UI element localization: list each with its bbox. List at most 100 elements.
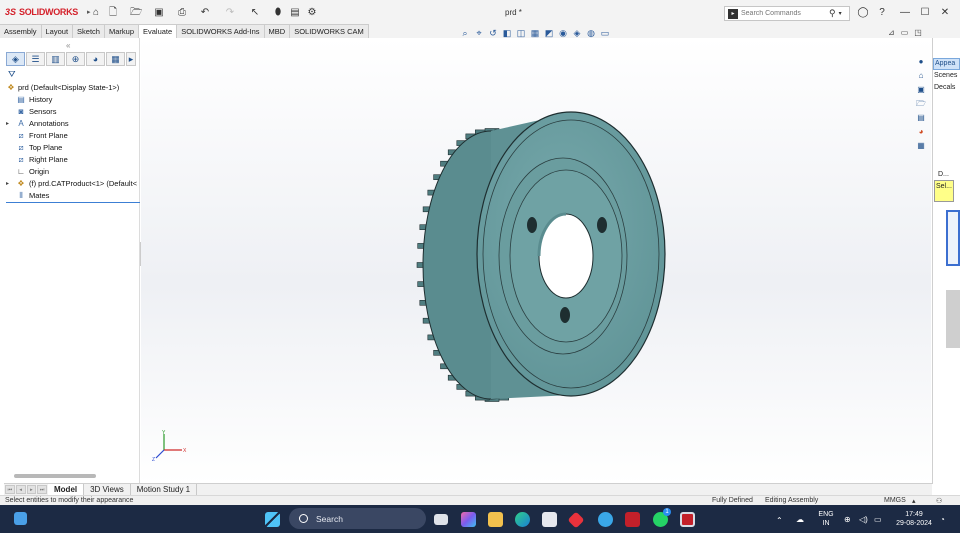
search-commands-box[interactable]: ▸ ⚲ ▾ [724,6,850,21]
dimxpert-manager-tab-icon[interactable]: ⊕ [66,52,85,66]
expand-caret-icon[interactable]: ▸ [6,178,12,190]
clock[interactable]: 17:49 29-08-2024 [894,510,934,528]
copilot-icon[interactable] [461,512,476,527]
mcafee-icon[interactable] [625,512,640,527]
tree-item-annotations[interactable]: ▸ A Annotations [6,118,140,130]
prev-tab-icon[interactable]: ◂ [15,485,26,494]
edit-appearance-icon[interactable]: ◈ [572,28,582,38]
tree-item-front-plane[interactable]: ⧄ Front Plane [6,130,140,142]
configuration-manager-tab-icon[interactable]: ▥ [46,52,65,66]
display-manager-tab-icon[interactable]: ◕ [86,52,105,66]
tabs-scroll-icon[interactable]: ▸ [126,52,136,66]
tab-layout[interactable]: Layout [41,24,74,38]
search-input[interactable] [741,10,829,17]
pin-icon[interactable]: ⊿ [888,28,895,37]
user-account-icon[interactable]: ◯ [855,6,871,20]
hide-show-items-icon[interactable]: ◉ [558,28,568,38]
dynamic-annotation-icon[interactable]: ◫ [516,28,526,38]
tab-evaluate[interactable]: Evaluate [139,24,178,38]
apply-scene-icon[interactable]: ◍ [586,28,596,38]
display-style-icon[interactable]: ◩ [544,28,554,38]
tree-root[interactable]: ❖ prd (Default<Display State-1>) [6,82,140,94]
show-hidden-icons[interactable]: ⌃ [776,516,783,525]
snipping-tool-icon[interactable] [598,512,613,527]
tree-item-component[interactable]: ▸ ❖ (f) prd.CATProduct<1> (Default< [6,178,140,190]
print-icon[interactable]: ⎙ [176,7,188,19]
tab-solidworks-add-ins[interactable]: SOLIDWORKS Add-Ins [177,24,265,38]
zoom-to-fit-icon[interactable]: ⌕ [460,28,470,38]
microsoft-store-icon[interactable] [542,512,557,527]
help-icon[interactable]: ? [874,6,890,20]
minimize-icon[interactable]: — [897,6,913,20]
redo-icon[interactable]: ↷ [224,7,236,19]
tab-solidworks-cam[interactable]: SOLIDWORKS CAM [290,24,369,38]
volume-icon[interactable]: ◁) [859,515,868,524]
tree-item-right-plane[interactable]: ⧄ Right Plane [6,154,140,166]
tree-item-mates[interactable]: ⫴ Mates [6,190,140,202]
search-icon[interactable]: ⚲ [829,8,836,19]
next-tab-icon[interactable]: ▸ [26,485,37,494]
section-view-icon[interactable]: ◧ [502,28,512,38]
property-manager-tab-icon[interactable]: ☰ [26,52,45,66]
status-dropdown-icon[interactable]: ▴ [912,497,916,505]
view-settings-icon[interactable]: ▭ [600,28,610,38]
edge-browser-icon[interactable] [515,512,530,527]
resources-globe-icon[interactable]: ● [914,56,928,68]
pulley-model[interactable] [141,38,931,484]
appearance-preview-image[interactable] [946,290,960,348]
collapse-pane-icon[interactable]: ▭ [901,28,909,37]
tree-item-history[interactable]: ▤ History [6,94,140,106]
selection-tooltip[interactable]: Sel... [934,180,954,202]
traffic-light-icon[interactable]: ⬮ [272,7,284,19]
appearances-icon[interactable]: ◕ [914,126,928,138]
panel-horizontal-scrollbar[interactable] [14,474,96,478]
task-view-icon[interactable] [434,514,448,525]
tab-assembly[interactable]: Assembly [0,24,42,38]
restore-pane-icon[interactable]: ◳ [914,28,922,37]
solidworks-taskbar-icon[interactable] [680,512,695,527]
notifications-icon[interactable]: ◔ [940,515,945,524]
restore-icon[interactable]: ☐ [917,6,933,20]
design-library-icon[interactable]: ⌂ [914,70,928,82]
last-tab-icon[interactable]: ⏭ [37,485,47,494]
tab-markup[interactable]: Markup [104,24,139,38]
battery-icon[interactable]: ▭ [874,515,882,524]
unit-system[interactable]: MMGS [884,497,906,504]
taskbar-search[interactable]: Search [289,508,426,529]
appearances-folder[interactable]: Appea [933,58,960,70]
widgets-icon[interactable] [14,512,27,525]
select-arrow-icon[interactable]: ↖ [249,7,261,19]
start-windows-icon[interactable] [265,512,280,527]
custom-properties-icon[interactable]: ▦ [914,140,928,152]
view-orientation-icon[interactable]: ▦ [530,28,540,38]
solidworks-logo[interactable]: 3S SOLIDWORKS ▸ [5,7,91,17]
collapse-panel-icon[interactable]: « [66,41,70,50]
weather-icon[interactable]: ☁ [796,515,804,524]
search-scope-icon[interactable]: ▸ [728,8,738,19]
close-icon[interactable]: ✕ [937,6,953,20]
graphics-area[interactable] [141,38,931,484]
file-explorer-taskbar-icon[interactable] [488,512,503,527]
file-explorer-icon[interactable]: ▣ [914,84,928,96]
feature-manager-tab-icon[interactable]: ◈ [6,52,25,66]
tree-item-top-plane[interactable]: ⧄ Top Plane [6,142,140,154]
status-options-icon[interactable]: ⚇ [936,497,942,505]
tree-item-origin[interactable]: ∟ Origin [6,166,140,178]
new-document-icon[interactable]: 🗋 [107,7,119,19]
search-dropdown-icon[interactable]: ▾ [839,10,842,17]
document-recovery-icon[interactable]: ▤ [914,112,928,124]
red-app-icon[interactable] [567,511,585,529]
cam-manager-tab-icon[interactable]: ▦ [106,52,125,66]
view-palette-icon[interactable]: 🗁 [914,98,928,110]
save-icon[interactable]: ▣ [153,7,165,19]
options-gear-icon[interactable]: ⚙ [306,7,318,19]
zoom-to-area-icon[interactable]: ⌖ [474,28,484,38]
filter-icon[interactable]: ⛛ [8,69,16,80]
network-icon[interactable]: ⊕ [844,515,851,524]
tab-mbd[interactable]: MBD [264,24,291,38]
file-properties-icon[interactable]: ▤ [289,7,301,19]
language-indicator[interactable]: ENG IN [816,510,836,528]
scenes-folder[interactable]: Scenes [934,72,957,79]
open-folder-icon[interactable]: 🗁 [130,7,142,19]
rollback-bar[interactable] [6,202,140,203]
